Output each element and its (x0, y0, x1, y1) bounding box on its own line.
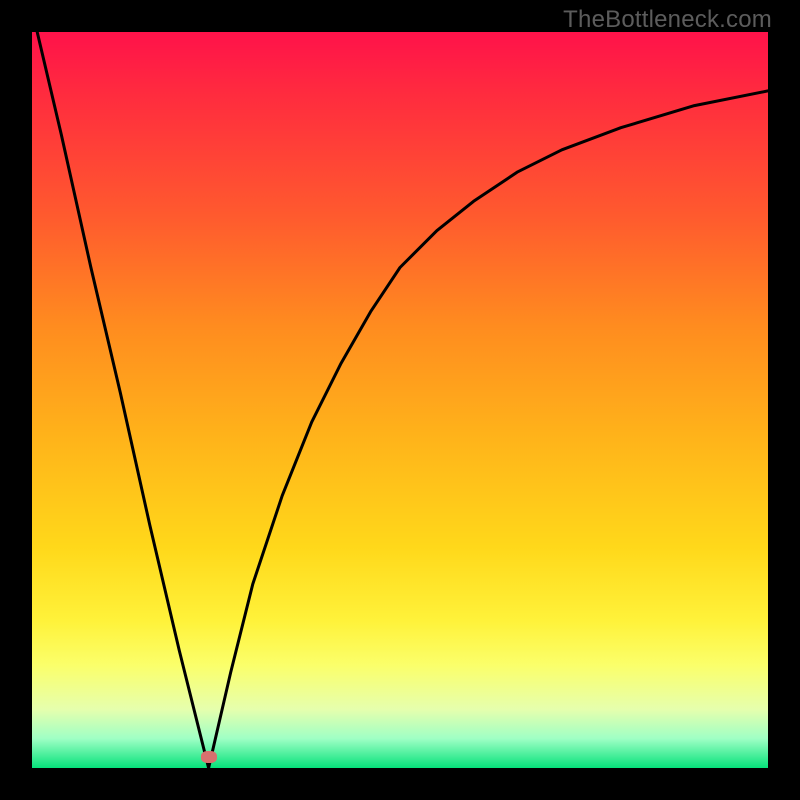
optimal-point-marker (201, 751, 217, 763)
chart-frame: TheBottleneck.com (0, 0, 800, 800)
watermark-text: TheBottleneck.com (563, 6, 772, 34)
bottleneck-curve (32, 32, 768, 768)
plot-area (32, 32, 768, 768)
